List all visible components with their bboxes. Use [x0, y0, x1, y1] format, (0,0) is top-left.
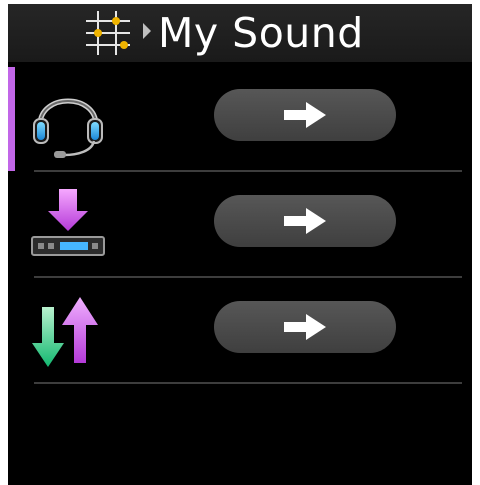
arrow-right-icon: [284, 314, 326, 340]
screen: My Sound: [8, 4, 472, 485]
row-divider: [34, 170, 462, 172]
device-go-button[interactable]: [214, 195, 396, 247]
headset-icon: [33, 98, 103, 158]
transfer-go-button[interactable]: [214, 301, 396, 353]
page-title: My Sound: [158, 9, 364, 57]
row-divider: [34, 276, 462, 278]
menu-row-device[interactable]: [8, 173, 472, 277]
arrow-right-icon: [284, 208, 326, 234]
menu-row-transfer[interactable]: [8, 279, 472, 383]
mixer-icon[interactable]: [80, 7, 136, 59]
up-down-arrows-icon: [32, 297, 98, 367]
headset-go-button[interactable]: [214, 89, 396, 141]
header-bar: My Sound: [8, 4, 472, 62]
menu-row-headset[interactable]: [8, 67, 472, 171]
waveform-icon[interactable]: [12, 7, 68, 59]
arrow-right-icon: [284, 102, 326, 128]
download-to-device-icon: [31, 189, 105, 256]
breadcrumb-arrow-icon: [143, 23, 151, 39]
row-divider: [34, 382, 462, 384]
